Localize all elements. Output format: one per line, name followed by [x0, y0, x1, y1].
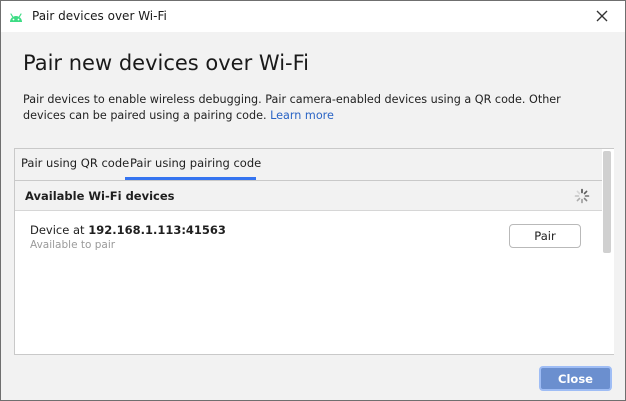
title-bar: Pair devices over Wi-Fi	[1, 1, 625, 32]
spinner-icon	[574, 188, 590, 204]
device-status: Available to pair	[30, 239, 116, 251]
device-list-header: Available Wi-Fi devices	[15, 181, 602, 211]
device-list-title: Available Wi-Fi devices	[25, 189, 175, 203]
device-name: Device at 192.168.1.113:41563	[30, 223, 226, 237]
device-prefix: Device at	[30, 223, 85, 237]
vertical-scrollbar[interactable]	[602, 149, 614, 354]
android-icon	[8, 9, 24, 23]
close-button[interactable]: Close	[539, 366, 612, 391]
tab-qr-code[interactable]: Pair using QR code	[21, 156, 129, 170]
window-title: Pair devices over Wi-Fi	[32, 9, 167, 23]
page-title: Pair new devices over Wi-Fi	[23, 51, 310, 75]
tab-bar: Pair using QR code Pair using pairing co…	[15, 149, 602, 181]
scrollbar-thumb[interactable]	[603, 151, 611, 253]
learn-more-link[interactable]: Learn more	[270, 109, 334, 122]
tab-pairing-code[interactable]: Pair using pairing code	[130, 156, 261, 170]
device-row: Device at 192.168.1.113:41563 Available …	[15, 212, 602, 256]
description-text: Pair devices to enable wireless debuggin…	[23, 92, 603, 124]
pair-button[interactable]: Pair	[509, 224, 581, 248]
pair-devices-dialog: Pair devices over Wi-Fi Pair new devices…	[0, 0, 626, 401]
close-icon[interactable]	[587, 3, 617, 29]
device-address: 192.168.1.113:41563	[88, 223, 226, 237]
pairing-panel: Pair using QR code Pair using pairing co…	[14, 148, 614, 355]
selected-tab-indicator	[125, 177, 256, 180]
